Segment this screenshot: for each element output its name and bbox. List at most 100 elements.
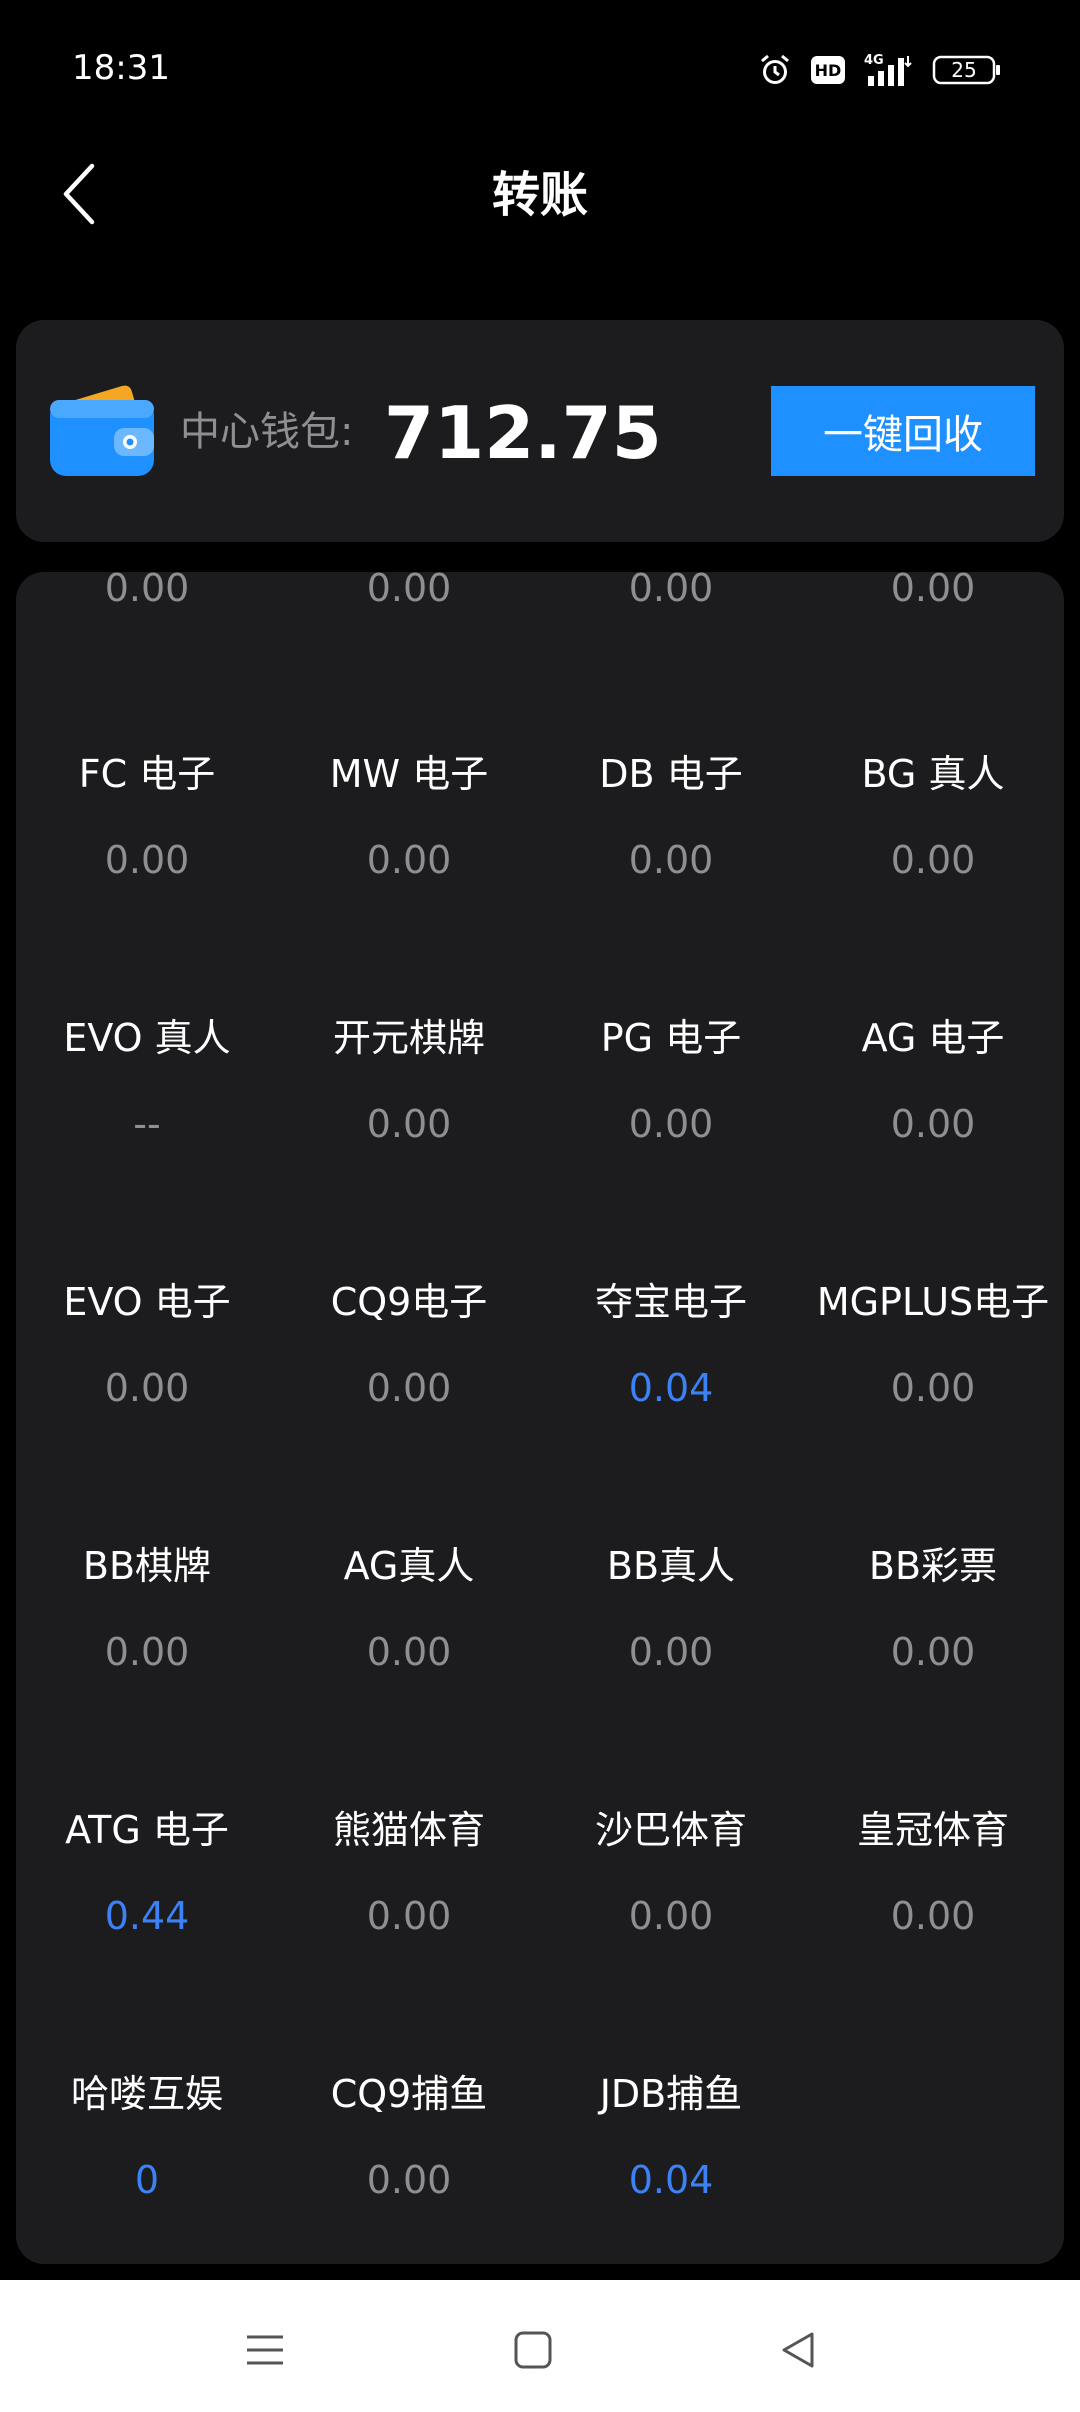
system-nav-bar <box>0 2280 1080 2412</box>
platform-cell[interactable]: EVO 电子 0.00 <box>16 1272 278 1472</box>
platform-name: BB彩票 <box>868 1544 998 1588</box>
platform-cell[interactable]: 皇冠体育 0.00 <box>802 1800 1064 2000</box>
wallet-card: 中心钱包: 712.75 一键回收 <box>16 320 1064 542</box>
platform-name: DB 电子 <box>599 752 743 796</box>
platform-name: CQ9电子 <box>330 1280 488 1324</box>
platform-cell[interactable]: EVO 真人 -- <box>16 1008 278 1208</box>
platform-name: AG 电子 <box>861 1016 1005 1060</box>
back-button[interactable] <box>40 154 120 234</box>
platform-cell[interactable]: BG 真人 0.00 <box>802 744 1064 944</box>
platform-balance: 0.00 <box>628 1630 714 1674</box>
platform-cell[interactable]: AG 电子 0.00 <box>802 1008 1064 1208</box>
recent-apps-button[interactable] <box>225 2310 305 2390</box>
platform-balance: -- <box>133 1102 161 1146</box>
platform-balance: 0.00 <box>366 2158 452 2202</box>
wallet-amount: 712.75 <box>384 391 662 475</box>
platform-balance: 0.04 <box>628 1366 714 1410</box>
platform-cell[interactable]: JDB捕鱼 0.04 <box>540 2064 802 2264</box>
platform-cell[interactable]: CQ9电子 0.00 <box>278 1272 540 1472</box>
platform-name: EVO 电子 <box>63 1280 231 1324</box>
platform-name: 皇冠体育 <box>856 1808 1009 1852</box>
platform-balance: 0.44 <box>104 1894 190 1938</box>
platform-list[interactable]: 0.00 0.00 0.00 0.00 FC 电子 0.00 MW 电子 0.00 DB 电子 0… <box>16 572 1064 2264</box>
platform-cell[interactable]: MGPLUS电子 0.00 <box>802 1272 1064 1472</box>
platform-cell[interactable]: MW 电子 0.00 <box>278 744 540 944</box>
platform-cell[interactable]: 0.00 <box>540 572 802 758</box>
page-title: 转账 <box>491 167 588 223</box>
platform-name: BB棋牌 <box>82 1544 212 1588</box>
platform-cell[interactable]: 0.00 <box>16 572 278 758</box>
platform-balance: 0.00 <box>890 1894 976 1938</box>
platform-cell[interactable]: 0.00 <box>278 572 540 758</box>
menu-icon <box>247 2335 283 2365</box>
platform-row: FC 电子 0.00 MW 电子 0.00 DB 电子 0.00 BG 真人 0.00 <box>16 744 1064 944</box>
status-icons: HD 4G 25 <box>758 50 1002 90</box>
hd-label: HD <box>815 61 842 80</box>
platform-name: MGPLUS电子 <box>816 1280 1050 1324</box>
platform-row-partial: 0.00 0.00 0.00 0.00 <box>16 572 1064 758</box>
platform-cell[interactable]: BB棋牌 0.00 <box>16 1536 278 1736</box>
home-button[interactable] <box>493 2310 573 2390</box>
platform-cell[interactable]: 开元棋牌 0.00 <box>278 1008 540 1208</box>
platform-cell[interactable]: PG 电子 0.00 <box>540 1008 802 1208</box>
wallet-icon <box>50 385 154 476</box>
alarm-icon <box>761 54 789 84</box>
platform-balance: 0.00 <box>366 572 452 610</box>
platform-cell[interactable]: ATG 电子 0.44 <box>16 1800 278 2000</box>
platform-cell[interactable]: BB真人 0.00 <box>540 1536 802 1736</box>
platform-balance: 0.00 <box>104 1366 190 1410</box>
platform-cell[interactable]: CQ9捕鱼 0.00 <box>278 2064 540 2264</box>
platform-name: 沙巴体育 <box>594 1808 747 1852</box>
back-nav-button[interactable] <box>758 2310 838 2390</box>
platform-cell[interactable]: 沙巴体育 0.00 <box>540 1800 802 2000</box>
one-click-recycle-button[interactable]: 一键回收 <box>771 386 1035 476</box>
platform-cell[interactable]: AG真人 0.00 <box>278 1536 540 1736</box>
platform-name: CQ9捕鱼 <box>330 2072 488 2116</box>
platform-cell[interactable]: 夺宝电子 0.04 <box>540 1272 802 1472</box>
platform-name: FC 电子 <box>78 752 216 796</box>
platform-balance: 0.00 <box>890 1102 976 1146</box>
top-bar: 转账 <box>0 140 1080 250</box>
platform-balance: 0.00 <box>366 1630 452 1674</box>
platform-balance: 0.00 <box>366 1894 452 1938</box>
platform-name: ATG 电子 <box>65 1808 229 1852</box>
platform-balance: 0.00 <box>104 572 190 610</box>
back-triangle-icon <box>782 2332 814 2368</box>
platform-cell[interactable]: 0.00 <box>802 572 1064 758</box>
status-time: 18:31 <box>72 48 170 88</box>
platform-balance: 0.00 <box>890 1366 976 1410</box>
platform-name: MW 电子 <box>329 752 489 796</box>
battery-icon: 25 <box>932 55 1000 85</box>
status-bar: 18:31 HD 4G 25 <box>0 0 1080 140</box>
platform-name: BB真人 <box>606 1544 736 1588</box>
platform-balance: 0.00 <box>890 838 976 882</box>
platform-cell[interactable]: 熊猫体育 0.00 <box>278 1800 540 2000</box>
platform-name: AG真人 <box>343 1544 475 1588</box>
platform-cell[interactable]: BB彩票 0.00 <box>802 1536 1064 1736</box>
platform-row: 哈喽互娱 0 CQ9捕鱼 0.00 JDB捕鱼 0.04 <box>16 2064 1064 2264</box>
platform-row: EVO 真人 -- 开元棋牌 0.00 PG 电子 0.00 AG 电子 0.00 <box>16 1008 1064 1208</box>
platform-balance: 0.00 <box>890 1630 976 1674</box>
platform-cell[interactable]: DB 电子 0.00 <box>540 744 802 944</box>
platform-row: ATG 电子 0.44 熊猫体育 0.00 沙巴体育 0.00 皇冠体育 0.00 <box>16 1800 1064 2000</box>
platform-balance: 0.00 <box>628 838 714 882</box>
platform-row: EVO 电子 0.00 CQ9电子 0.00 夺宝电子 0.04 MGPLUS电子 0.00 <box>16 1272 1064 1472</box>
network-label: 4G <box>864 53 884 68</box>
platform-balance: 0 <box>134 2158 160 2202</box>
platform-balance: 0.00 <box>628 1894 714 1938</box>
platform-balance: 0.00 <box>104 1630 190 1674</box>
signal-icon: 4G <box>864 53 912 86</box>
platform-name: BG 真人 <box>861 752 1005 796</box>
home-square-icon <box>514 2331 552 2369</box>
battery-level: 25 <box>951 58 976 82</box>
platform-name: 开元棋牌 <box>332 1016 485 1060</box>
wallet-label: 中心钱包: <box>180 409 354 455</box>
platform-balance: 0.00 <box>366 1102 452 1146</box>
platform-cell[interactable]: FC 电子 0.00 <box>16 744 278 944</box>
platform-cell[interactable]: 哈喽互娱 0 <box>16 2064 278 2264</box>
platform-balance: 0.00 <box>890 572 976 610</box>
platform-name: 熊猫体育 <box>332 1808 485 1852</box>
platform-name: EVO 真人 <box>63 1016 231 1060</box>
platform-row: BB棋牌 0.00 AG真人 0.00 BB真人 0.00 BB彩票 0.00 <box>16 1536 1064 1736</box>
platform-balance: 0.00 <box>366 838 452 882</box>
